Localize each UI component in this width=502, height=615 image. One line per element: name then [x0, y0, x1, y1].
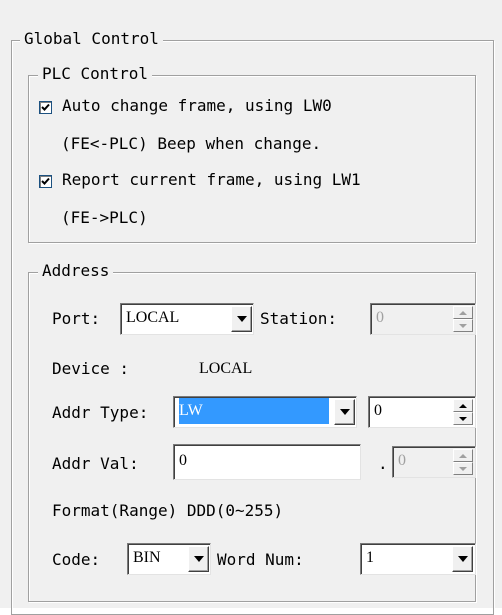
addr-type-label: Addr Type:	[52, 403, 149, 422]
station-label: Station:	[260, 309, 338, 328]
arrow-up-icon	[459, 310, 467, 315]
addr-val-sub-value: 0	[398, 452, 406, 469]
addr-val-spinner-up[interactable]	[453, 449, 473, 462]
station-spinner-up[interactable]	[453, 306, 473, 319]
dialog-panel: Global Control PLC Control Auto change f…	[0, 0, 502, 615]
addr-val-sub-spinner[interactable]	[453, 449, 473, 475]
station-spinner[interactable]	[453, 306, 473, 332]
port-dropdown-button[interactable]	[231, 306, 252, 332]
code-label: Code:	[52, 550, 101, 569]
auto-change-checkbox[interactable]	[39, 101, 52, 114]
report-current-label-line2: (FE->PLC)	[61, 208, 148, 227]
device-value: LOCAL	[199, 360, 253, 377]
device-label: Device :	[52, 359, 130, 378]
arrow-up-icon	[459, 403, 467, 408]
addr-val-spinner-down[interactable]	[453, 462, 473, 475]
global-control-title: Global Control	[20, 30, 163, 48]
word-num-dropdown-button[interactable]	[452, 546, 473, 572]
plc-control-title: PLC Control	[38, 65, 152, 83]
addr-val-dot: .	[378, 454, 388, 473]
report-current-label-line1[interactable]: Report current frame, using LW1	[62, 170, 361, 190]
check-mark-icon	[41, 103, 50, 111]
word-num-select-value: 1	[366, 549, 374, 566]
station-input-value: 0	[376, 309, 384, 326]
chevron-down-icon	[458, 556, 468, 562]
addr-type-number-value: 0	[374, 402, 382, 419]
chevron-down-icon	[340, 409, 350, 415]
code-dropdown-button[interactable]	[188, 546, 209, 572]
port-label: Port:	[52, 309, 101, 328]
addr-type-select[interactable]: LW	[173, 396, 357, 428]
chevron-down-icon	[237, 316, 247, 322]
addr-val-label: Addr Val:	[52, 454, 139, 473]
report-current-checkbox[interactable]	[39, 175, 52, 188]
addr-type-spinner-up[interactable]	[453, 399, 473, 412]
auto-change-label-line1[interactable]: Auto change frame, using LW0	[62, 96, 332, 116]
arrow-down-icon	[459, 466, 467, 471]
station-spinner-down[interactable]	[453, 319, 473, 332]
address-title: Address	[38, 262, 114, 280]
format-range-label: Format(Range) DDD(0~255)	[52, 501, 284, 520]
addr-type-number-spinner[interactable]	[453, 399, 473, 425]
chevron-down-icon	[194, 556, 204, 562]
addr-type-dropdown-button[interactable]	[334, 399, 355, 425]
port-select-value: LOCAL	[126, 309, 180, 326]
addr-val-input[interactable]: 0	[173, 444, 361, 480]
addr-type-select-value: LW	[179, 398, 329, 424]
addr-val-input-value: 0	[179, 452, 187, 469]
arrow-up-icon	[459, 453, 467, 458]
word-num-label: Word Num:	[217, 550, 304, 569]
addr-type-spinner-down[interactable]	[453, 412, 473, 425]
check-mark-icon	[41, 177, 50, 185]
auto-change-label-line2: (FE<-PLC) Beep when change.	[61, 134, 322, 153]
arrow-down-icon	[459, 323, 467, 328]
code-select-value: BIN	[133, 549, 161, 566]
arrow-down-icon	[459, 416, 467, 421]
